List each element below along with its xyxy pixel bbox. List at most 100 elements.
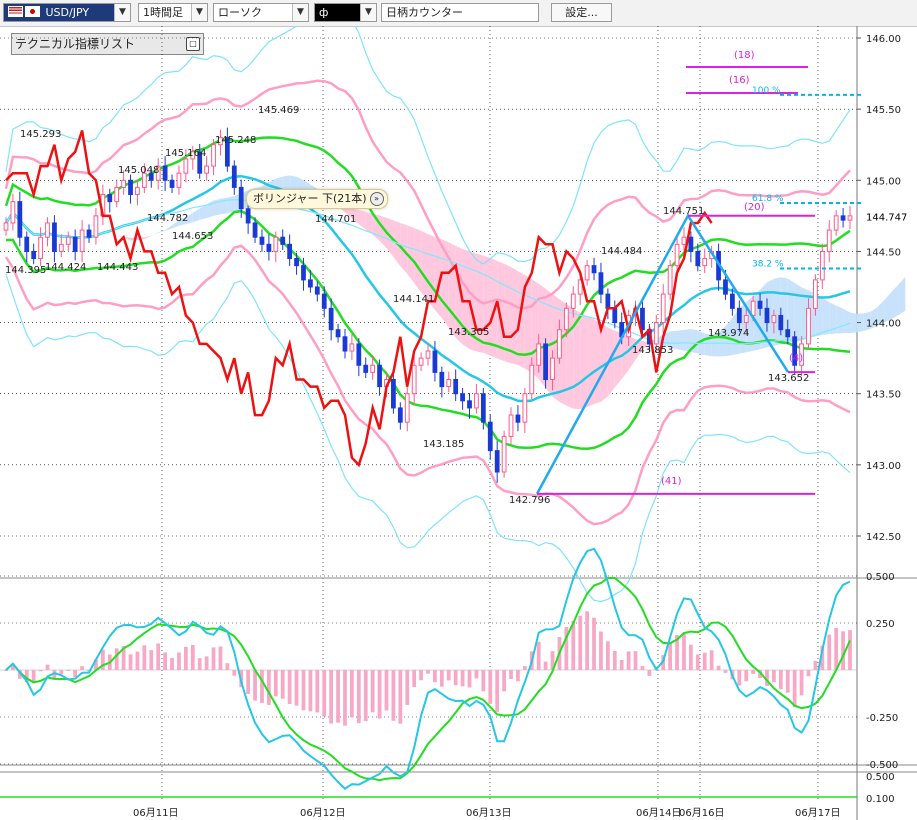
cloud-segment xyxy=(68,212,76,221)
histogram-bar xyxy=(599,631,603,670)
jp-flag-icon xyxy=(25,6,40,17)
candle-body xyxy=(743,314,749,324)
candle-body xyxy=(453,378,459,395)
candle-body xyxy=(107,194,113,203)
count-label: (4) xyxy=(789,353,803,364)
settings-button[interactable]: 設定... xyxy=(551,3,612,22)
histogram-bar xyxy=(211,647,216,670)
candle-body xyxy=(653,322,659,345)
candle-body xyxy=(397,407,403,423)
chart-style-select[interactable]: ローソク ▼ xyxy=(213,3,309,22)
candle-body xyxy=(557,329,562,359)
cloud-segment xyxy=(144,235,152,240)
candle-body xyxy=(813,279,818,309)
axis-tick-label: 145.00 xyxy=(866,176,901,187)
oscillator-tick-label: -0.250 xyxy=(866,713,898,724)
candle-body xyxy=(771,314,777,324)
chevron-down-icon: ▼ xyxy=(191,4,207,21)
cloud-segment xyxy=(483,255,491,356)
price-label: 145.048 xyxy=(118,165,159,176)
candle-body xyxy=(280,236,286,245)
histogram-bar xyxy=(232,670,237,676)
candle-body xyxy=(674,243,680,267)
candle-body xyxy=(570,293,576,309)
histogram-bar xyxy=(702,652,707,670)
candle-body xyxy=(231,165,237,188)
histogram-bar xyxy=(626,651,631,670)
price-label: 144.701 xyxy=(315,214,356,225)
candle-body xyxy=(38,236,43,260)
currency-pair-label: USD/JPY xyxy=(45,6,90,19)
candle-body xyxy=(72,236,78,252)
cloud-segment xyxy=(677,329,684,351)
histogram-bar xyxy=(73,670,78,678)
histogram-bar xyxy=(266,670,271,705)
symbol-select[interactable]: ф ▼ xyxy=(314,3,377,22)
candle-body xyxy=(425,350,431,359)
candle-body xyxy=(418,357,424,366)
cloud-segment xyxy=(850,312,857,334)
timeframe-select[interactable]: 1時間足 ▼ xyxy=(138,3,208,22)
price-label: 145.248 xyxy=(215,135,256,146)
histogram-bar xyxy=(336,670,340,723)
histogram-bar xyxy=(695,654,700,670)
candle-body xyxy=(321,293,327,309)
histogram-bar xyxy=(135,651,140,670)
histogram-bar xyxy=(827,634,832,670)
candle-body xyxy=(702,258,708,267)
price-label: 143.652 xyxy=(768,373,809,384)
day-counter-field[interactable]: 日柄カウンター xyxy=(381,3,539,22)
candle-body xyxy=(266,243,272,252)
price-label: 142.796 xyxy=(509,495,550,506)
histogram-bar xyxy=(785,670,790,693)
candle-body xyxy=(764,307,770,324)
us-flag-icon xyxy=(8,6,23,17)
histogram-bar xyxy=(640,666,645,670)
histogram-bar xyxy=(688,644,693,670)
histogram-bar xyxy=(350,670,354,718)
histogram-bar xyxy=(778,670,783,690)
histogram-bar xyxy=(405,670,410,705)
candle-body xyxy=(204,165,210,174)
candle-body xyxy=(121,179,126,188)
candle-body xyxy=(169,179,175,188)
histogram-bar xyxy=(315,670,320,713)
candle-body xyxy=(833,215,839,231)
axis-tick-label: 146.00 xyxy=(866,34,901,45)
candle-body xyxy=(529,364,535,395)
candle-body xyxy=(467,400,472,409)
candle-body xyxy=(287,243,293,260)
candle-body xyxy=(65,236,71,245)
candle-body xyxy=(446,378,452,388)
histogram-bar xyxy=(66,670,71,671)
expand-icon[interactable]: » xyxy=(369,192,384,206)
time-axis-label: 06月17日 xyxy=(795,807,840,819)
time-axis-label: 06月16日 xyxy=(679,807,724,819)
price-label: 144.424 xyxy=(45,262,86,273)
axis-tick-label: 143.00 xyxy=(866,461,901,472)
chart-style-label: ローソク xyxy=(218,6,262,19)
cloud-segment xyxy=(580,312,588,410)
candle-body xyxy=(93,215,99,238)
last-price-label: 144.747 xyxy=(866,212,907,223)
candle-body xyxy=(370,364,376,373)
histogram-bar xyxy=(792,670,797,708)
candle-body xyxy=(612,307,618,324)
histogram-bar xyxy=(183,646,188,670)
histogram-bar xyxy=(543,661,548,670)
histogram-bar xyxy=(848,630,852,670)
oscillator-tick-label: -0.500 xyxy=(866,760,898,771)
candle-body xyxy=(501,435,507,473)
histogram-bar xyxy=(813,660,818,670)
histogram-bar xyxy=(170,657,174,670)
count-label: (18) xyxy=(734,50,755,61)
histogram-bar xyxy=(280,670,285,699)
currency-pair-select[interactable]: USD/JPY ▼ xyxy=(3,3,131,22)
histogram-bar xyxy=(38,670,43,672)
price-label: 144.141 xyxy=(393,294,434,305)
histogram-bar xyxy=(716,665,721,670)
candle-body xyxy=(342,336,348,352)
histogram-bar xyxy=(481,670,486,692)
histogram-bar xyxy=(460,670,465,687)
cloud-segment xyxy=(594,319,601,405)
